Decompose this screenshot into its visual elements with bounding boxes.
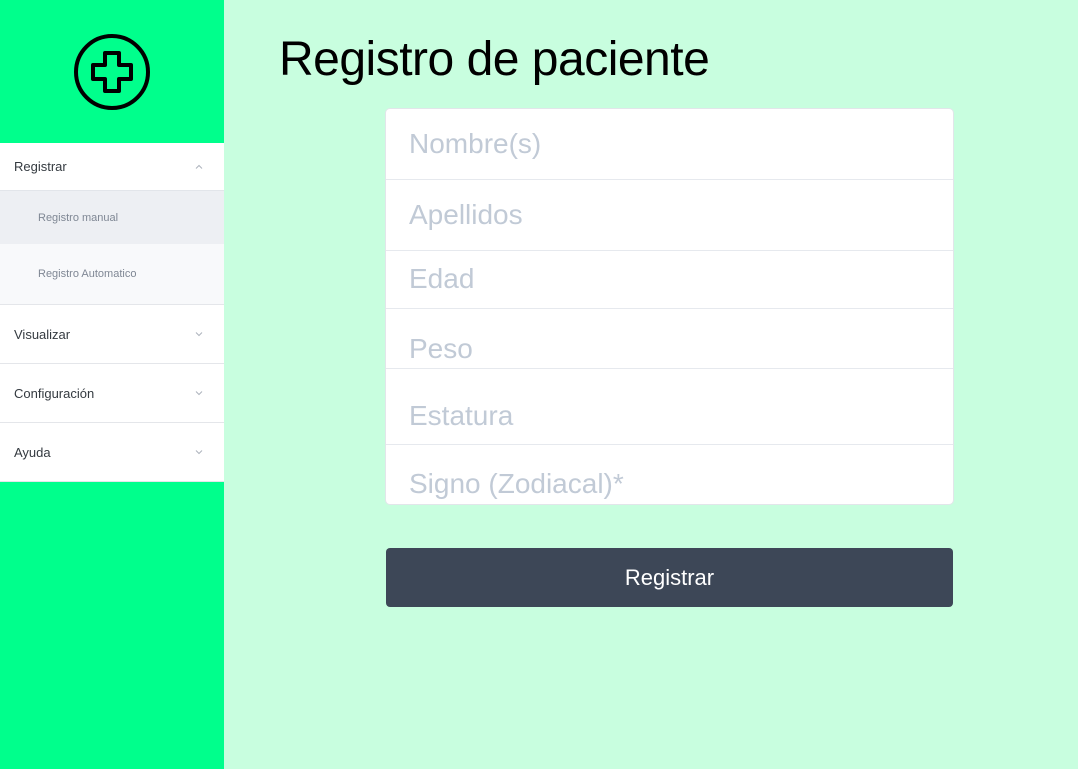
submenu-item-registro-manual[interactable]: Registro manual <box>0 190 224 244</box>
sidebar-menu: Registrar Registro manual Registro Autom… <box>0 143 224 482</box>
main-content: Registro de paciente Registrar <box>224 0 1078 769</box>
chevron-down-icon <box>194 447 204 457</box>
field-divider <box>386 444 953 445</box>
menu-item-label: Visualizar <box>14 326 71 342</box>
logo-area <box>0 0 224 143</box>
medical-cross-icon <box>74 33 150 110</box>
submenu-item-label: Registro Automatico <box>38 268 137 280</box>
field-divider <box>386 368 953 369</box>
menu-item-label: Ayuda <box>14 444 51 460</box>
menu-item-registrar[interactable]: Registrar <box>0 143 224 190</box>
chevron-up-icon <box>194 162 204 172</box>
chevron-down-icon <box>194 329 204 339</box>
menu-item-label: Configuración <box>14 385 95 401</box>
submenu-registrar: Registro manual Registro Automatico <box>0 190 224 305</box>
submenu-item-registro-automatico[interactable]: Registro Automatico <box>0 244 224 304</box>
peso-input[interactable] <box>386 314 953 384</box>
nombres-input[interactable] <box>386 109 953 179</box>
menu-item-visualizar[interactable]: Visualizar <box>0 305 224 364</box>
registrar-button[interactable]: Registrar <box>386 548 953 607</box>
patient-form <box>386 109 953 515</box>
page-title: Registro de paciente <box>279 33 710 86</box>
edad-input[interactable] <box>386 251 953 307</box>
field-divider <box>386 308 953 309</box>
submenu-item-label: Registro manual <box>38 211 119 224</box>
menu-item-ayuda[interactable]: Ayuda <box>0 423 224 482</box>
menu-item-configuracion[interactable]: Configuración <box>0 364 224 423</box>
apellidos-input[interactable] <box>386 180 953 250</box>
sidebar: Registrar Registro manual Registro Autom… <box>0 0 224 769</box>
chevron-down-icon <box>194 388 204 398</box>
menu-item-label: Registrar <box>14 159 67 174</box>
estatura-input[interactable] <box>386 384 953 448</box>
signo-zodiacal-input[interactable] <box>386 453 953 515</box>
